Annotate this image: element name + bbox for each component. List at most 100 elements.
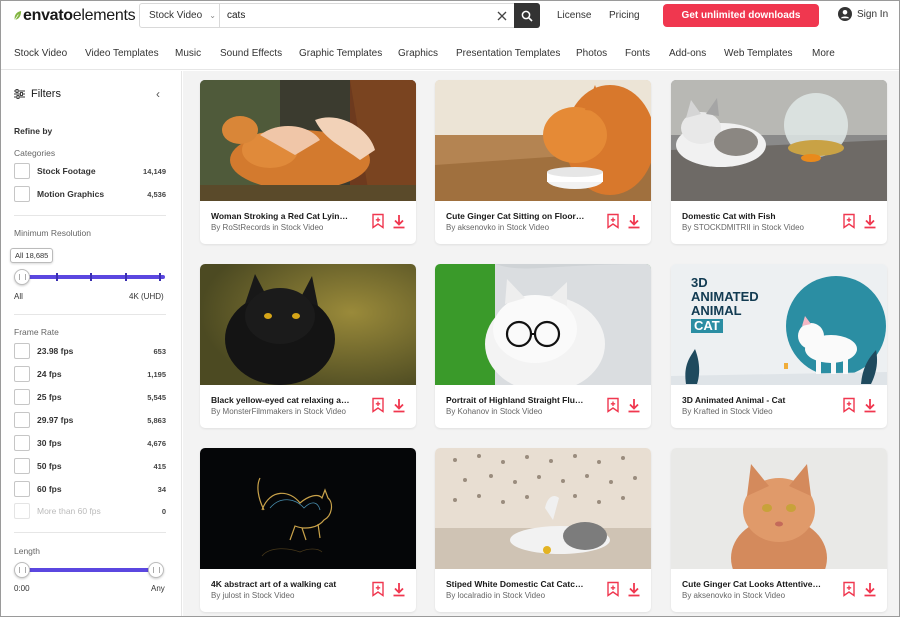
checkbox[interactable]	[14, 458, 30, 474]
nav-web-templates[interactable]: Web Templates	[724, 48, 793, 59]
checkbox[interactable]	[14, 481, 30, 497]
video-thumbnail[interactable]	[200, 264, 416, 385]
resolution-tooltip: All 18,685	[10, 248, 54, 263]
add-to-collection-bookmark-icon[interactable]	[371, 397, 385, 413]
nav-presentation-templates[interactable]: Presentation Templates	[456, 48, 560, 59]
video-author[interactable]: By STOCKDMITRII in Stock Video	[682, 223, 842, 232]
checkbox[interactable]	[14, 366, 30, 382]
framerate-23-98[interactable]: 23.98 fps 653	[14, 343, 166, 359]
nav-add-ons[interactable]: Add-ons	[669, 48, 706, 59]
add-to-collection-bookmark-icon[interactable]	[842, 213, 856, 229]
video-title[interactable]: Cute Ginger Cat Looks Attentively...	[682, 579, 822, 589]
framerate-25[interactable]: 25 fps 5,545	[14, 389, 166, 405]
video-title[interactable]: 4K abstract art of a walking cat	[211, 579, 351, 589]
collapse-sidebar-chevron-icon[interactable]: ‹	[156, 87, 160, 101]
video-author[interactable]: By Krafted in Stock Video	[682, 407, 842, 416]
framerate-50[interactable]: 50 fps 415	[14, 458, 166, 474]
clear-search-button[interactable]	[490, 4, 514, 27]
download-icon[interactable]	[392, 582, 406, 598]
nav-fonts[interactable]: Fonts	[625, 48, 650, 59]
add-to-collection-bookmark-icon[interactable]	[371, 213, 385, 229]
category-select[interactable]: Stock Video ⌄	[140, 4, 220, 27]
video-title[interactable]: Cute Ginger Cat Sitting on Floor a...	[446, 211, 586, 221]
category-motion-graphics[interactable]: Motion Graphics 4,536	[14, 186, 166, 202]
search-icon	[521, 10, 533, 22]
video-author[interactable]: By RoStRecords in Stock Video	[211, 223, 371, 232]
download-icon[interactable]	[627, 214, 641, 230]
add-to-collection-bookmark-icon[interactable]	[606, 581, 620, 597]
framerate-30[interactable]: 30 fps 4,676	[14, 435, 166, 451]
add-to-collection-bookmark-icon[interactable]	[606, 213, 620, 229]
resolution-slider-handle[interactable]	[14, 269, 30, 285]
download-icon[interactable]	[863, 582, 877, 598]
framerate-24[interactable]: 24 fps 1,195	[14, 366, 166, 382]
video-author[interactable]: By Kohanov in Stock Video	[446, 407, 606, 416]
search-input[interactable]	[220, 4, 490, 27]
license-link[interactable]: License	[557, 10, 591, 21]
sign-in-button[interactable]: Sign In	[838, 7, 888, 21]
slider-tick	[56, 273, 58, 281]
add-to-collection-bookmark-icon[interactable]	[842, 581, 856, 597]
video-thumbnail[interactable]	[435, 448, 651, 569]
resolution-slider-track[interactable]	[20, 273, 165, 281]
video-author[interactable]: By julost in Stock Video	[211, 591, 371, 600]
download-icon[interactable]	[627, 582, 641, 598]
download-icon[interactable]	[863, 214, 877, 230]
add-to-collection-bookmark-icon[interactable]	[606, 397, 620, 413]
minimum-resolution-heading: Minimum Resolution	[14, 228, 91, 238]
length-slider-min-handle[interactable]	[14, 562, 30, 578]
checkbox[interactable]	[14, 163, 30, 179]
length-slider-track[interactable]	[20, 568, 157, 572]
nav-photos[interactable]: Photos	[576, 48, 607, 59]
video-thumbnail[interactable]	[671, 80, 887, 201]
download-icon[interactable]	[627, 398, 641, 414]
framerate-29-97[interactable]: 29.97 fps 5,863	[14, 412, 166, 428]
add-to-collection-bookmark-icon[interactable]	[371, 581, 385, 597]
nav-music[interactable]: Music	[175, 48, 201, 59]
category-stock-footage[interactable]: Stock Footage 14,149	[14, 163, 166, 179]
video-card: 3D ANIMATED ANIMAL CAT 3D Animated Anima…	[671, 264, 887, 428]
framerate-60[interactable]: 60 fps 34	[14, 481, 166, 497]
checkbox[interactable]	[14, 186, 30, 202]
video-thumbnail[interactable]	[200, 448, 416, 569]
get-unlimited-downloads-button[interactable]: Get unlimited downloads	[663, 4, 819, 27]
video-thumbnail[interactable]	[200, 80, 416, 201]
checkbox[interactable]	[14, 389, 30, 405]
video-card: Domestic Cat with Fish By STOCKDMITRII i…	[671, 80, 887, 244]
video-title[interactable]: Black yellow-eyed cat relaxing an...	[211, 395, 351, 405]
nav-sound-effects[interactable]: Sound Effects	[220, 48, 282, 59]
nav-stock-video[interactable]: Stock Video	[14, 48, 67, 59]
download-icon[interactable]	[392, 214, 406, 230]
video-author[interactable]: By aksenovko in Stock Video	[682, 591, 842, 600]
filters-title: Filters	[31, 88, 61, 100]
checkbox-label: 30 fps	[37, 438, 62, 448]
nav-graphics[interactable]: Graphics	[398, 48, 438, 59]
video-author[interactable]: By aksenovko in Stock Video	[446, 223, 606, 232]
nav-video-templates[interactable]: Video Templates	[85, 48, 159, 59]
video-author[interactable]: By MonsterFilmmakers in Stock Video	[211, 407, 371, 416]
video-author[interactable]: By localradio in Stock Video	[446, 591, 606, 600]
video-title[interactable]: Stiped White Domestic Cat Catchi...	[446, 579, 586, 589]
checkbox[interactable]	[14, 343, 30, 359]
video-thumbnail[interactable]	[671, 448, 887, 569]
nav-more[interactable]: More	[812, 48, 835, 59]
checkbox[interactable]	[14, 435, 30, 451]
video-thumbnail[interactable]: 3D ANIMATED ANIMAL CAT	[671, 264, 887, 385]
length-slider-max-handle[interactable]	[148, 562, 164, 578]
video-title[interactable]: 3D Animated Animal - Cat	[682, 395, 822, 405]
video-title[interactable]: Domestic Cat with Fish	[682, 211, 822, 221]
search-button[interactable]	[514, 3, 540, 28]
checkbox[interactable]	[14, 412, 30, 428]
download-icon[interactable]	[863, 398, 877, 414]
thumbnail-image	[200, 80, 416, 201]
thumbnail-image	[671, 80, 887, 201]
envato-logo[interactable]: envato elements	[13, 7, 136, 24]
video-title[interactable]: Portrait of Highland Straight Fluff...	[446, 395, 586, 405]
video-thumbnail[interactable]	[435, 80, 651, 201]
add-to-collection-bookmark-icon[interactable]	[842, 397, 856, 413]
video-title[interactable]: Woman Stroking a Red Cat Lying ...	[211, 211, 351, 221]
pricing-link[interactable]: Pricing	[609, 10, 640, 21]
download-icon[interactable]	[392, 398, 406, 414]
nav-graphic-templates[interactable]: Graphic Templates	[299, 48, 382, 59]
video-thumbnail[interactable]	[435, 264, 651, 385]
